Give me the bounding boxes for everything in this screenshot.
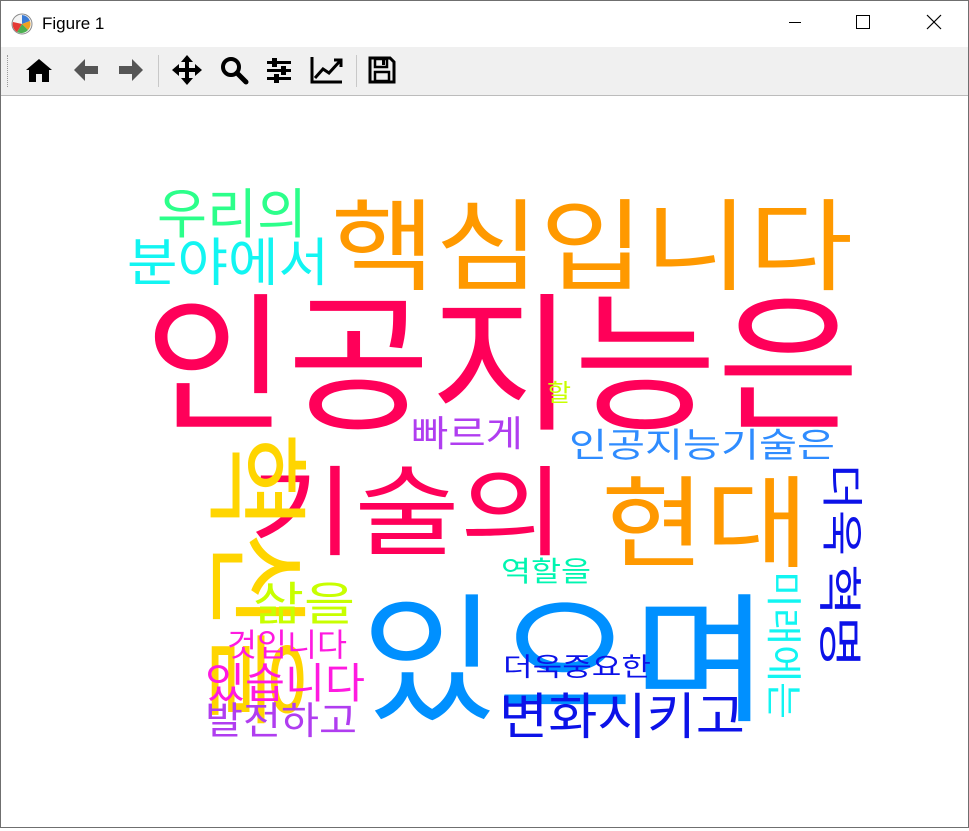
home-icon (24, 55, 54, 89)
wordcloud-word: 핵심입니다 (331, 189, 853, 306)
wordcloud-word: 현대 (601, 466, 809, 583)
wordcloud-word: 더욱중요한 (503, 653, 651, 683)
toolbar-separator (356, 55, 357, 87)
back-button[interactable] (69, 55, 103, 89)
wordcloud-word: 더욱 (817, 464, 866, 556)
wordcloud-word: 미래에는 (762, 571, 803, 719)
move-icon (171, 54, 203, 90)
wordcloud-word: 분야에서 (127, 234, 329, 294)
window-title: Figure 1 (42, 14, 105, 33)
wordcloud-word: 변화시키고 (499, 688, 745, 746)
figure-window: Figure 1 인공지능은 핵심입니다 우리의 분야에서 기술의 현대 있으며… (0, 0, 969, 828)
wordcloud-word: 인공지능기술은 (569, 426, 835, 466)
maximize-button[interactable] (840, 1, 886, 47)
wordcloud-word: 역할을 (501, 555, 591, 588)
wordcloud-word: 삶을 (253, 577, 355, 631)
wordcloud-word: 발전하고 (205, 699, 357, 743)
zoom-button[interactable] (217, 55, 251, 89)
configure-subplots-button[interactable] (262, 55, 296, 89)
home-button[interactable] (22, 55, 56, 89)
toolbar-separator (158, 55, 159, 87)
minimize-icon (787, 14, 803, 34)
forward-button[interactable] (114, 55, 148, 89)
minimize-button[interactable] (772, 1, 818, 47)
sliders-icon (264, 55, 294, 89)
wordcloud: 인공지능은 핵심입니다 우리의 분야에서 기술의 현대 있으며 혁신을 빠르게 … (127, 183, 866, 746)
title-bar[interactable]: Figure 1 (1, 1, 968, 47)
arrow-right-icon (116, 55, 146, 89)
navigation-toolbar (1, 47, 968, 96)
figure-canvas[interactable]: 인공지능은 핵심입니다 우리의 분야에서 기술의 현대 있으며 혁신을 빠르게 … (1, 96, 968, 827)
close-icon (926, 14, 942, 34)
wordcloud-word: 빠르게 (411, 414, 523, 455)
matplotlib-icon (11, 13, 33, 35)
magnifier-icon (219, 55, 249, 89)
maximize-icon (855, 14, 871, 34)
save-button[interactable] (365, 55, 399, 89)
wordcloud-word: 할 (547, 379, 571, 407)
floppy-disk-icon (367, 55, 397, 89)
line-chart-icon (310, 55, 344, 89)
wordcloud-word: 혁명 (813, 564, 864, 668)
toolbar-grip (7, 55, 10, 87)
pan-button[interactable] (170, 55, 204, 89)
edit-axis-button[interactable] (310, 55, 344, 89)
arrow-left-icon (71, 55, 101, 89)
close-button[interactable] (911, 1, 957, 47)
